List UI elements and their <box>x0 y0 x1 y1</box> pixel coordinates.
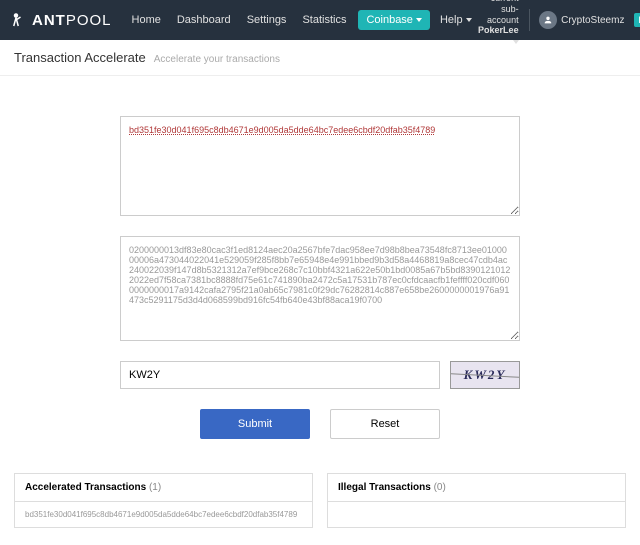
nav-dashboard[interactable]: Dashboard <box>169 0 239 40</box>
divider <box>529 9 530 31</box>
illegal-header: Illegal Transactions (0) <box>328 474 625 502</box>
accelerated-count: (1) <box>149 482 161 493</box>
chevron-down-icon <box>416 18 422 22</box>
subaccount-label: current sub-account <box>478 0 519 25</box>
nav-statistics[interactable]: Statistics <box>294 0 354 40</box>
user-icon <box>539 11 557 29</box>
accelerated-panel: Accelerated Transactions (1) bd351fe30d0… <box>14 473 313 528</box>
illegal-body <box>328 502 625 522</box>
subaccount-dropdown[interactable]: current sub-account PokerLee <box>478 0 519 47</box>
captcha-image[interactable]: KW2Y <box>450 361 520 389</box>
nav-help[interactable]: Help <box>434 14 478 26</box>
logo-text: ANTPOOL <box>32 12 112 29</box>
rawtx-input[interactable] <box>120 236 520 341</box>
username-text: CryptoSteemz <box>561 15 624 26</box>
logo[interactable]: ANTPOOL <box>10 11 112 29</box>
illegal-panel: Illegal Transactions (0) <box>327 473 626 528</box>
accelerated-title: Accelerated Transactions <box>25 482 146 493</box>
language-badge[interactable]: EN <box>634 13 640 27</box>
captcha-input[interactable] <box>120 361 440 389</box>
navbar: ANTPOOL Home Dashboard Settings Statisti… <box>0 0 640 40</box>
subaccount-value: PokerLee <box>478 25 519 46</box>
captcha-row: KW2Y <box>120 361 520 389</box>
nav-home[interactable]: Home <box>124 0 169 40</box>
accelerated-body: bd351fe30d041f695c8db4671e9d005da5dde64b… <box>15 502 312 527</box>
reset-button[interactable]: Reset <box>330 409 440 439</box>
content: KW2Y Submit Reset <box>0 76 640 459</box>
accelerated-header: Accelerated Transactions (1) <box>15 474 312 502</box>
coinbase-label: Coinbase <box>366 14 412 26</box>
nav-coinbase[interactable]: Coinbase <box>358 10 429 30</box>
user-menu[interactable]: CryptoSteemz <box>539 11 624 29</box>
panels: Accelerated Transactions (1) bd351fe30d0… <box>0 459 640 542</box>
illegal-title: Illegal Transactions <box>338 482 431 493</box>
page-title: Transaction Accelerate <box>14 50 146 65</box>
submit-button[interactable]: Submit <box>200 409 310 439</box>
nav-settings[interactable]: Settings <box>239 0 295 40</box>
accelerated-item: bd351fe30d041f695c8db4671e9d005da5dde64b… <box>25 510 302 519</box>
form-area: KW2Y Submit Reset <box>120 116 520 439</box>
txid-input[interactable] <box>120 116 520 216</box>
navbar-right: current sub-account PokerLee CryptoSteem… <box>478 0 640 47</box>
chevron-down-icon <box>466 18 472 22</box>
nav-links: Home Dashboard Settings Statistics <box>124 0 355 40</box>
chevron-down-icon <box>513 40 519 44</box>
page-subtitle: Accelerate your transactions <box>154 54 280 65</box>
help-label: Help <box>440 14 463 26</box>
ant-icon <box>10 11 28 29</box>
illegal-count: (0) <box>434 482 446 493</box>
button-row: Submit Reset <box>120 409 520 439</box>
